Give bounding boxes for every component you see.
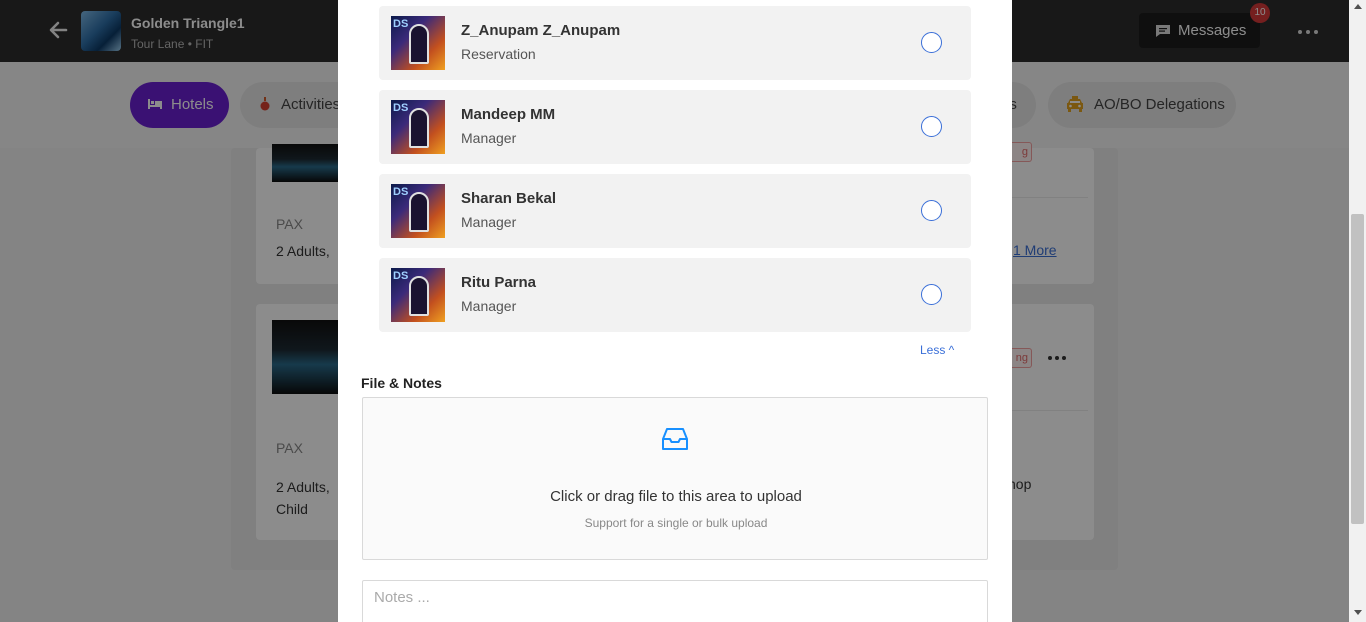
user-name: Z_Anupam Z_Anupam: [461, 22, 621, 39]
user-list-item[interactable]: DS Z_Anupam Z_Anupam Reservation: [379, 6, 971, 80]
scroll-thumb[interactable]: [1351, 214, 1364, 524]
user-role: Manager: [461, 298, 517, 314]
avatar: DS: [391, 100, 445, 154]
page-scrollbar[interactable]: [1349, 0, 1366, 622]
user-role: Reservation: [461, 46, 536, 62]
upload-hint: Support for a single or bulk upload: [584, 516, 768, 530]
notes-input[interactable]: [362, 580, 988, 622]
user-list-item[interactable]: DS Mandeep MM Manager: [379, 90, 971, 164]
upload-heading: Click or drag file to this area to uploa…: [550, 488, 802, 505]
user-role: Manager: [461, 214, 517, 230]
scroll-up-icon[interactable]: [1354, 4, 1362, 9]
show-less-link[interactable]: Less ^: [920, 343, 954, 357]
file-notes-heading: File & Notes: [361, 375, 442, 391]
user-list-item[interactable]: DS Ritu Parna Manager: [379, 258, 971, 332]
user-role: Manager: [461, 130, 517, 146]
user-name: Mandeep MM: [461, 106, 556, 123]
scroll-down-icon[interactable]: [1354, 610, 1362, 615]
file-upload-dropzone[interactable]: Click or drag file to this area to uploa…: [362, 397, 988, 560]
assign-users-modal: DS Z_Anupam Z_Anupam Reservation DS Mand…: [338, 0, 1012, 622]
inbox-icon: [662, 428, 688, 450]
user-select-radio[interactable]: [921, 32, 942, 53]
user-select-radio[interactable]: [921, 200, 942, 221]
avatar: DS: [391, 16, 445, 70]
user-select-radio[interactable]: [921, 116, 942, 137]
user-select-radio[interactable]: [921, 284, 942, 305]
avatar: DS: [391, 268, 445, 322]
avatar: DS: [391, 184, 445, 238]
user-name: Sharan Bekal: [461, 190, 557, 207]
user-name: Ritu Parna: [461, 274, 537, 291]
user-list-item[interactable]: DS Sharan Bekal Manager: [379, 174, 971, 248]
